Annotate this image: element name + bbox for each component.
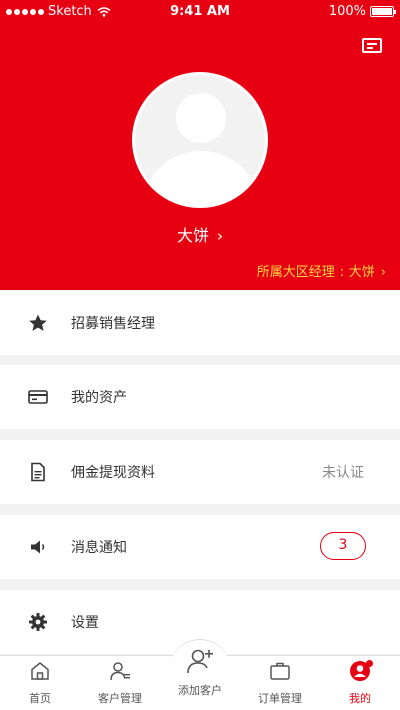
status-bar: Sketch 9:41 AM 100% — [0, 0, 400, 22]
tab-customers[interactable]: 客户管理 — [80, 660, 160, 710]
avatar[interactable] — [132, 72, 268, 208]
tab-label: 我的 — [349, 692, 371, 705]
tab-label: 客户管理 — [98, 692, 142, 705]
document-icon — [28, 462, 48, 482]
briefcase-icon — [269, 660, 291, 682]
gear-icon — [28, 612, 48, 632]
user-name: 大饼 — [176, 226, 209, 245]
manager-separator: : — [339, 265, 344, 280]
user-name-link[interactable]: 大饼 › — [0, 222, 400, 246]
credit-card-icon — [28, 387, 48, 407]
menu-label: 招募销售经理 — [71, 316, 155, 332]
speaker-icon — [28, 537, 48, 557]
menu-label: 消息通知 — [71, 540, 127, 556]
star-icon — [28, 313, 48, 333]
notification-dot — [366, 660, 373, 667]
add-customer-icon — [185, 646, 215, 676]
tab-home[interactable]: 首页 — [0, 660, 80, 710]
avatar-head — [176, 93, 226, 143]
menu-item-notifications[interactable]: 消息通知 3 — [0, 515, 400, 579]
home-icon — [29, 660, 51, 682]
profile-header: Sketch 9:41 AM 100% 大饼 › 所属大区经理: 大饼 › — [0, 0, 400, 290]
battery-percent: 100% — [328, 4, 366, 19]
tab-mine[interactable]: 我的 — [320, 660, 400, 710]
manager-name: 大饼 — [348, 265, 375, 280]
tab-label: 订单管理 — [258, 692, 302, 705]
region-manager-link[interactable]: 所属大区经理: 大饼 › — [257, 261, 386, 280]
tab-orders[interactable]: 订单管理 — [240, 660, 320, 710]
verification-status: 未认证 — [322, 465, 364, 481]
chevron-right-icon: › — [217, 227, 223, 245]
menu-label: 我的资产 — [71, 390, 127, 406]
menu-item-recruit[interactable]: 招募销售经理 — [0, 291, 400, 355]
status-right: 100% — [328, 4, 396, 19]
manager-label: 所属大区经理 — [256, 265, 335, 280]
tab-label: 添加客户 — [178, 684, 222, 697]
tab-add-customer[interactable]: 添加客户 — [160, 649, 240, 710]
menu-item-withdraw-info[interactable]: 佣金提现资料 未认证 — [0, 440, 400, 504]
customer-icon — [109, 660, 131, 682]
chevron-right-icon: › — [380, 265, 386, 280]
tab-label: 首页 — [29, 692, 51, 705]
notification-count-badge: 3 — [320, 532, 366, 560]
menu-label: 设置 — [71, 615, 99, 631]
battery-icon — [370, 6, 396, 17]
menu-label: 佣金提现资料 — [71, 465, 155, 481]
menu-item-assets[interactable]: 我的资产 — [0, 365, 400, 429]
avatar-body — [141, 151, 261, 205]
id-card-icon[interactable] — [362, 38, 382, 53]
